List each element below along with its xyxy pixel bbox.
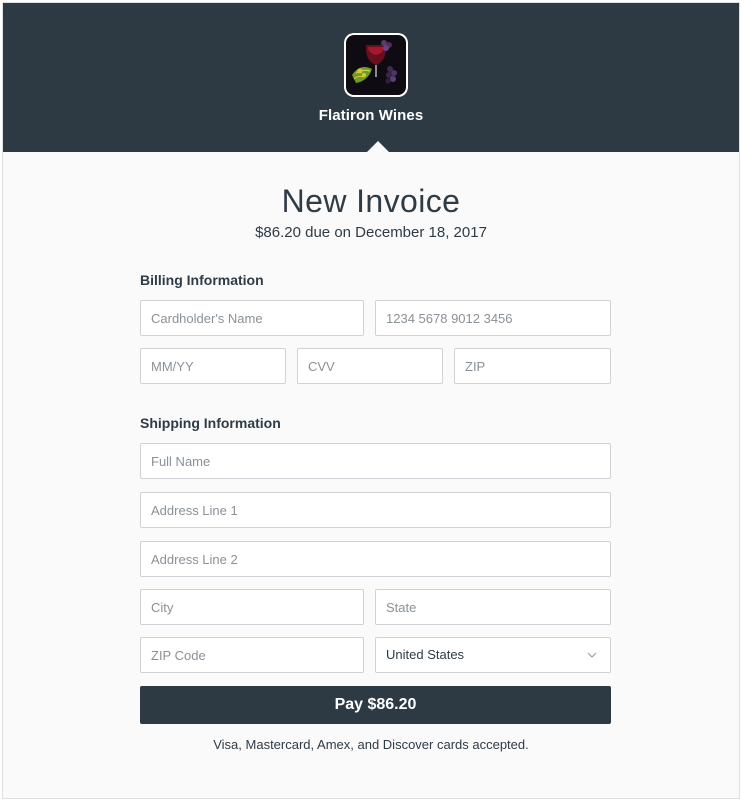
invoice-page: Flatiron Wines New Invoice $86.20 due on…: [2, 2, 740, 799]
cvv-input[interactable]: [297, 348, 443, 384]
amount-due-text: $86.20 due on December 18, 2017: [255, 224, 487, 241]
full-name-input[interactable]: [140, 443, 611, 479]
page-title: New Invoice: [281, 183, 461, 219]
cardholder-name-input[interactable]: [140, 300, 364, 336]
merchant-name: Flatiron Wines: [318, 107, 424, 124]
pay-button[interactable]: Pay $86.20: [140, 686, 611, 724]
state-input[interactable]: [375, 589, 611, 625]
card-number-input[interactable]: [375, 300, 611, 336]
chevron-down-icon: [587, 652, 597, 658]
merchant-header: Flatiron Wines: [3, 3, 739, 152]
merchant-logo: [344, 33, 408, 97]
accepted-cards-note: Visa, Mastercard, Amex, and Discover car…: [213, 737, 529, 752]
wine-grapes-logo-icon: [346, 35, 406, 95]
shipping-zip-input[interactable]: [140, 637, 364, 673]
header-pointer: [367, 141, 389, 152]
billing-zip-input[interactable]: [454, 348, 611, 384]
country-select-value: United States: [386, 647, 465, 662]
address-line-1-input[interactable]: [140, 492, 611, 528]
expiry-input[interactable]: [140, 348, 286, 384]
address-line-2-input[interactable]: [140, 541, 611, 577]
country-select[interactable]: United States: [375, 637, 611, 673]
billing-heading: Billing Information: [140, 272, 264, 288]
shipping-heading: Shipping Information: [140, 415, 281, 431]
city-input[interactable]: [140, 589, 364, 625]
